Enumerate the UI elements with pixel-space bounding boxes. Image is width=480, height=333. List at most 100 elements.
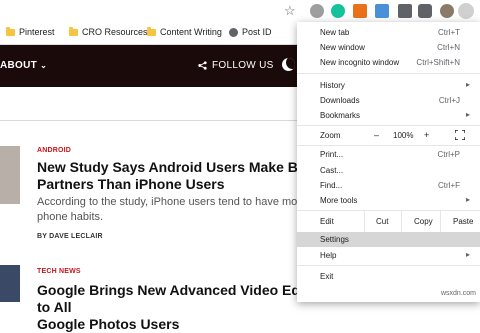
chrome-menu-icon[interactable] [458,3,474,19]
copy-label: Copy [414,217,433,226]
menu-new-tab[interactable]: New tab Ctrl+T [297,25,480,40]
menu-label: Print... [320,150,344,159]
article-title[interactable]: Google Brings New Advanced Video Editor … [37,282,337,333]
menu-separator [297,73,480,74]
menu-label: Downloads [320,96,360,105]
chrome-menu: New tab Ctrl+T New window Ctrl+N New inc… [297,22,480,302]
paste-label: Paste [453,217,474,226]
watermark: wsxdn.com [440,290,476,297]
chevron-down-icon: ⌄ [40,61,48,70]
article-byline[interactable]: BY DAVE LECLAIR [37,233,103,240]
menu-new-incognito-window[interactable]: New incognito window Ctrl+Shift+N [297,55,480,70]
dark-mode-moon-icon[interactable] [282,58,295,71]
article-thumbnail[interactable] [0,146,20,204]
bookmark-post-id[interactable]: Post ID [229,27,272,37]
bookmark-pinterest[interactable]: Pinterest [6,26,55,37]
menu-zoom-row: Zoom – 100% + [297,128,480,143]
menu-shortcut: Ctrl+P [437,150,460,159]
menu-shortcut: Ctrl+F [438,181,460,190]
menu-label: Exit [320,272,334,281]
menu-exit[interactable]: Exit [297,269,480,284]
menu-find[interactable]: Find... Ctrl+F [297,178,480,193]
menu-separator [297,125,480,126]
chevron-right-icon: ▸ [465,250,470,259]
menu-new-window[interactable]: New window Ctrl+N [297,40,480,55]
browser-toolbar: ☆ [0,0,480,22]
menu-shortcut: Ctrl+J [438,96,460,105]
divider [0,120,300,121]
chevron-right-icon: ▸ [465,80,470,89]
bookmark-content-writing[interactable]: Content Writing [147,26,222,37]
extension-bird-icon[interactable] [375,4,389,18]
chevron-right-icon: ▸ [465,195,470,204]
extensions-puzzle-icon[interactable] [418,4,432,18]
menu-label: Find... [320,181,343,190]
article-title-line: New Study Says Android Users Make Better [37,159,329,175]
article-title-line: Partners Than iPhone Users [37,176,225,192]
menu-label: Help [320,251,337,260]
folder-icon [147,26,156,36]
extension-k-icon[interactable] [310,4,324,18]
menu-more-tools[interactable]: More tools ▸ [297,193,480,208]
follow-us-label: FOLLOW US [212,60,274,71]
menu-help[interactable]: Help ▸ [297,248,480,263]
menu-separator [297,265,480,266]
article-excerpt: According to the study, iPhone users ten… [37,195,337,225]
menu-separator [297,145,480,146]
menu-label: New window [320,43,365,52]
chevron-right-icon: ▸ [465,110,470,119]
article-title-line: Google Brings New Advanced Video Editor … [37,282,323,315]
article-category[interactable]: TECH NEWS [37,268,81,275]
fullscreen-icon[interactable] [455,130,465,140]
menu-shortcut: Ctrl+T [438,28,460,37]
follow-us-button[interactable]: FOLLOW US [198,60,274,71]
bookmark-label: Pinterest [19,27,55,37]
cut-button[interactable]: Cut [364,211,401,233]
menu-label: History [320,81,345,90]
bookmark-label: CRO Resources [82,27,148,37]
excerpt-line: According to the study, iPhone users ten… [37,196,317,208]
copy-button[interactable]: Copy [401,211,440,233]
menu-print[interactable]: Print... Ctrl+P [297,147,480,162]
menu-edit-row: Edit Cut Copy Paste [297,211,480,233]
extension-badge-icon[interactable] [353,4,367,18]
paste-button[interactable]: Paste [440,211,480,233]
article-thumbnail[interactable] [0,265,20,302]
menu-shortcut: Ctrl+Shift+N [416,58,460,67]
bookmark-label: Post ID [242,27,272,37]
profile-avatar[interactable] [440,4,454,18]
extension-grammarly-icon[interactable] [331,4,345,18]
folder-icon [6,26,15,36]
menu-bookmarks[interactable]: Bookmarks ▸ [297,108,480,123]
cut-label: Cut [376,217,389,226]
excerpt-line: phone habits. [37,211,104,223]
menu-label: New tab [320,28,350,37]
menu-shortcut: Ctrl+N [437,43,460,52]
globe-icon [229,27,238,37]
menu-label: New incognito window [320,58,400,67]
nav-about-label: ABOUT [0,60,38,71]
bookmark-label: Content Writing [160,27,222,37]
article-category[interactable]: ANDROID [37,147,71,154]
menu-downloads[interactable]: Downloads Ctrl+J [297,93,480,108]
folder-icon [69,26,78,36]
menu-label: Zoom [320,131,341,140]
menu-label: Settings [320,235,349,244]
menu-label: More tools [320,196,358,205]
article-title-line: Google Photos Users [37,316,180,332]
zoom-level: 100% [393,131,414,140]
zoom-in-button[interactable]: + [424,130,429,145]
menu-label: Cast... [320,166,344,175]
menu-label: Bookmarks [320,111,361,120]
menu-label: Edit [320,217,334,226]
menu-history[interactable]: History ▸ [297,78,480,93]
article-title[interactable]: New Study Says Android Users Make Better… [37,159,337,193]
share-icon [198,61,207,70]
zoom-out-button[interactable]: – [374,130,379,145]
menu-cast[interactable]: Cast... [297,163,480,178]
menu-settings[interactable]: Settings [297,232,480,247]
extension-arrow-icon[interactable] [398,4,412,18]
bookmark-star-icon[interactable]: ☆ [284,3,296,19]
nav-about[interactable]: ABOUT ⌄ [0,60,47,71]
bookmark-cro-resources[interactable]: CRO Resources [69,26,148,37]
